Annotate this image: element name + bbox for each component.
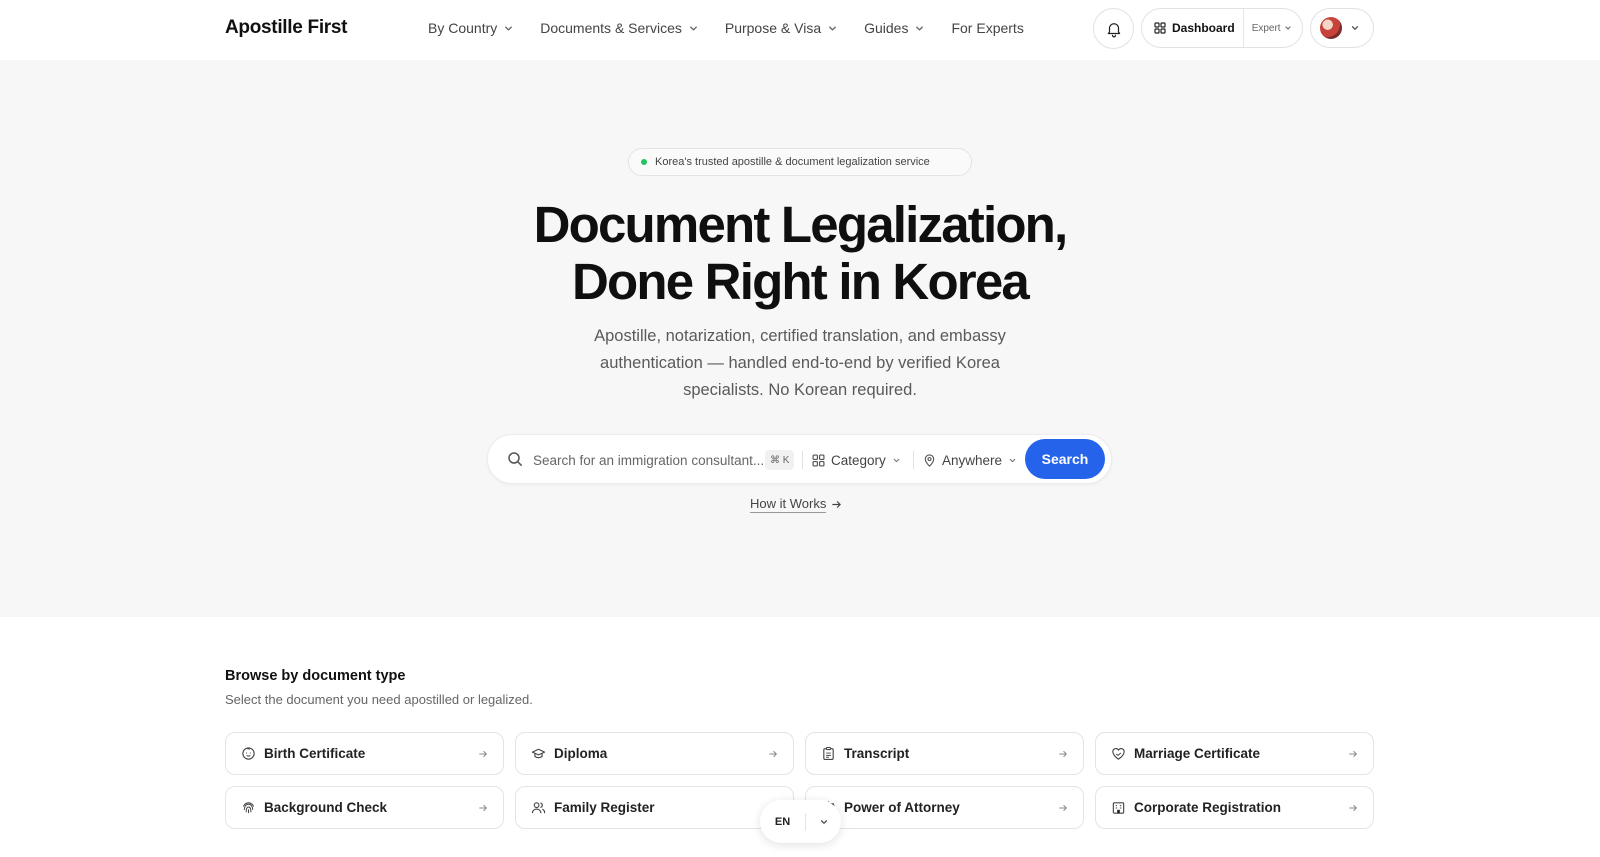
nav-item-guides[interactable]: Guides: [864, 20, 925, 36]
nav-item-purpose-visa[interactable]: Purpose & Visa: [725, 20, 838, 36]
language-dropdown-toggle[interactable]: [806, 817, 841, 827]
document-card-label: Diploma: [554, 746, 608, 761]
nav-item-label: Purpose & Visa: [724, 20, 822, 36]
heart-handshake-icon: [1112, 748, 1125, 760]
document-card-label: Background Check: [264, 800, 388, 815]
search-button[interactable]: Search: [1025, 439, 1105, 479]
hero-title-line-2: Done Right in Korea: [572, 253, 1030, 310]
graduation-cap-icon: [531, 748, 546, 759]
chevron-down-icon: [820, 819, 827, 824]
language-code: EN: [774, 815, 791, 828]
document-card-background-check[interactable]: Background Check: [225, 786, 504, 829]
document-card-transcript[interactable]: Transcript: [805, 732, 1084, 775]
document-card-label: Corporate Registration: [1134, 800, 1282, 815]
arrow-right-icon: [1349, 804, 1357, 811]
browse-section-subtitle: Select the document you need apostilled …: [225, 692, 533, 707]
avatar: [1320, 17, 1342, 39]
brand-logo[interactable]: Apostille First: [225, 17, 347, 39]
chevron-down-icon: [1285, 26, 1291, 30]
hero-section: Korea's trusted apostille & document leg…: [0, 60, 1600, 617]
chevron-down-icon: [1351, 26, 1359, 30]
search-icon: [508, 452, 522, 466]
document-card-label: Family Register: [554, 800, 655, 815]
document-card-family-register[interactable]: Family Register: [515, 786, 794, 829]
document-card-power-of-attorney[interactable]: Power of Attorney: [805, 786, 1084, 829]
chevron-down-icon: [829, 25, 837, 31]
how-it-works-link[interactable]: How it Works: [750, 496, 842, 513]
chevron-down-icon: [689, 25, 697, 31]
how-it-works-label: How it Works: [750, 496, 827, 513]
nav-item-by-country[interactable]: By Country: [428, 20, 514, 36]
fingerprint-icon: [242, 802, 255, 814]
hero-subtitle: Apostille, notarization, certified trans…: [594, 327, 1006, 399]
arrow-right-icon: [1059, 804, 1067, 811]
arrow-right-icon: [1059, 750, 1067, 757]
site-header: Apostille First By Country Documents & S…: [0, 0, 1600, 60]
users-icon: [531, 802, 546, 814]
clipboard-icon: [823, 746, 834, 760]
role-dropdown[interactable]: Expert: [1244, 23, 1292, 34]
hero-title-line-1: Document Legalization,: [533, 196, 1069, 253]
document-card-label: Marriage Certificate: [1134, 746, 1261, 761]
document-card-birth-certificate[interactable]: Birth Certificate: [225, 732, 504, 775]
trust-badge: Korea's trusted apostille & document leg…: [628, 148, 972, 176]
chevron-down-icon: [505, 25, 513, 31]
notifications-button[interactable]: [1093, 8, 1134, 49]
nav-item-label: For Experts: [951, 20, 1024, 36]
grid-icon: [1154, 22, 1166, 34]
dashboard-label: Dashboard: [1172, 21, 1235, 35]
language-switcher[interactable]: EN: [760, 800, 841, 843]
document-card-label: Transcript: [844, 746, 910, 761]
hero-title: Document Legalization, Done Right in Kor…: [0, 196, 1600, 310]
location-dropdown[interactable]: Anywhere: [923, 448, 1017, 472]
status-dot: [641, 159, 647, 165]
nav-item-label: By Country: [428, 20, 498, 36]
document-card-marriage-certificate[interactable]: Marriage Certificate: [1095, 732, 1374, 775]
keyboard-shortcut-badge: ⌘ K: [765, 450, 795, 470]
nav-item-label: Documents & Services: [540, 20, 682, 36]
divider: [913, 451, 914, 469]
document-card-label: Birth Certificate: [264, 746, 366, 761]
location-label: Anywhere: [942, 452, 1003, 468]
chevron-down-icon: [916, 25, 924, 31]
document-card-label: Power of Attorney: [844, 800, 960, 815]
arrow-right-icon: [1349, 750, 1357, 757]
category-dropdown[interactable]: Category: [812, 448, 901, 472]
dashboard-switcher: Dashboard Expert: [1141, 8, 1303, 48]
document-card-diploma[interactable]: Diploma: [515, 732, 794, 775]
building-icon: [1112, 802, 1125, 814]
search-input[interactable]: [533, 449, 763, 471]
chevron-down-icon: [1009, 458, 1016, 462]
search-bar: ⌘ K Category Anywhere Search: [487, 434, 1112, 484]
bell-icon: [1107, 22, 1120, 37]
arrow-right-icon: [769, 750, 777, 757]
arrow-right-icon: [479, 750, 487, 757]
document-card-corporate-registration[interactable]: Corporate Registration: [1095, 786, 1374, 829]
map-pin-icon: [924, 453, 935, 467]
browse-section-title: Browse by document type: [225, 668, 406, 684]
dashboard-button[interactable]: Dashboard: [1142, 9, 1244, 47]
main-nav: By Country Documents & Services Purpose …: [428, 0, 1024, 56]
grid-icon: [812, 453, 825, 467]
user-menu-button[interactable]: [1310, 8, 1374, 48]
divider: [802, 451, 803, 469]
category-label: Category: [831, 452, 886, 468]
arrow-right-icon: [832, 501, 842, 508]
nav-item-label: Guides: [864, 20, 909, 36]
role-label: Expert: [1251, 22, 1281, 34]
nav-item-documents-services[interactable]: Documents & Services: [540, 20, 699, 36]
arrow-right-icon: [479, 804, 487, 811]
baby-icon: [242, 747, 255, 760]
trust-badge-text: Korea's trusted apostille & document leg…: [655, 156, 930, 168]
nav-item-for-experts[interactable]: For Experts: [951, 20, 1023, 36]
chevron-down-icon: [893, 458, 900, 462]
